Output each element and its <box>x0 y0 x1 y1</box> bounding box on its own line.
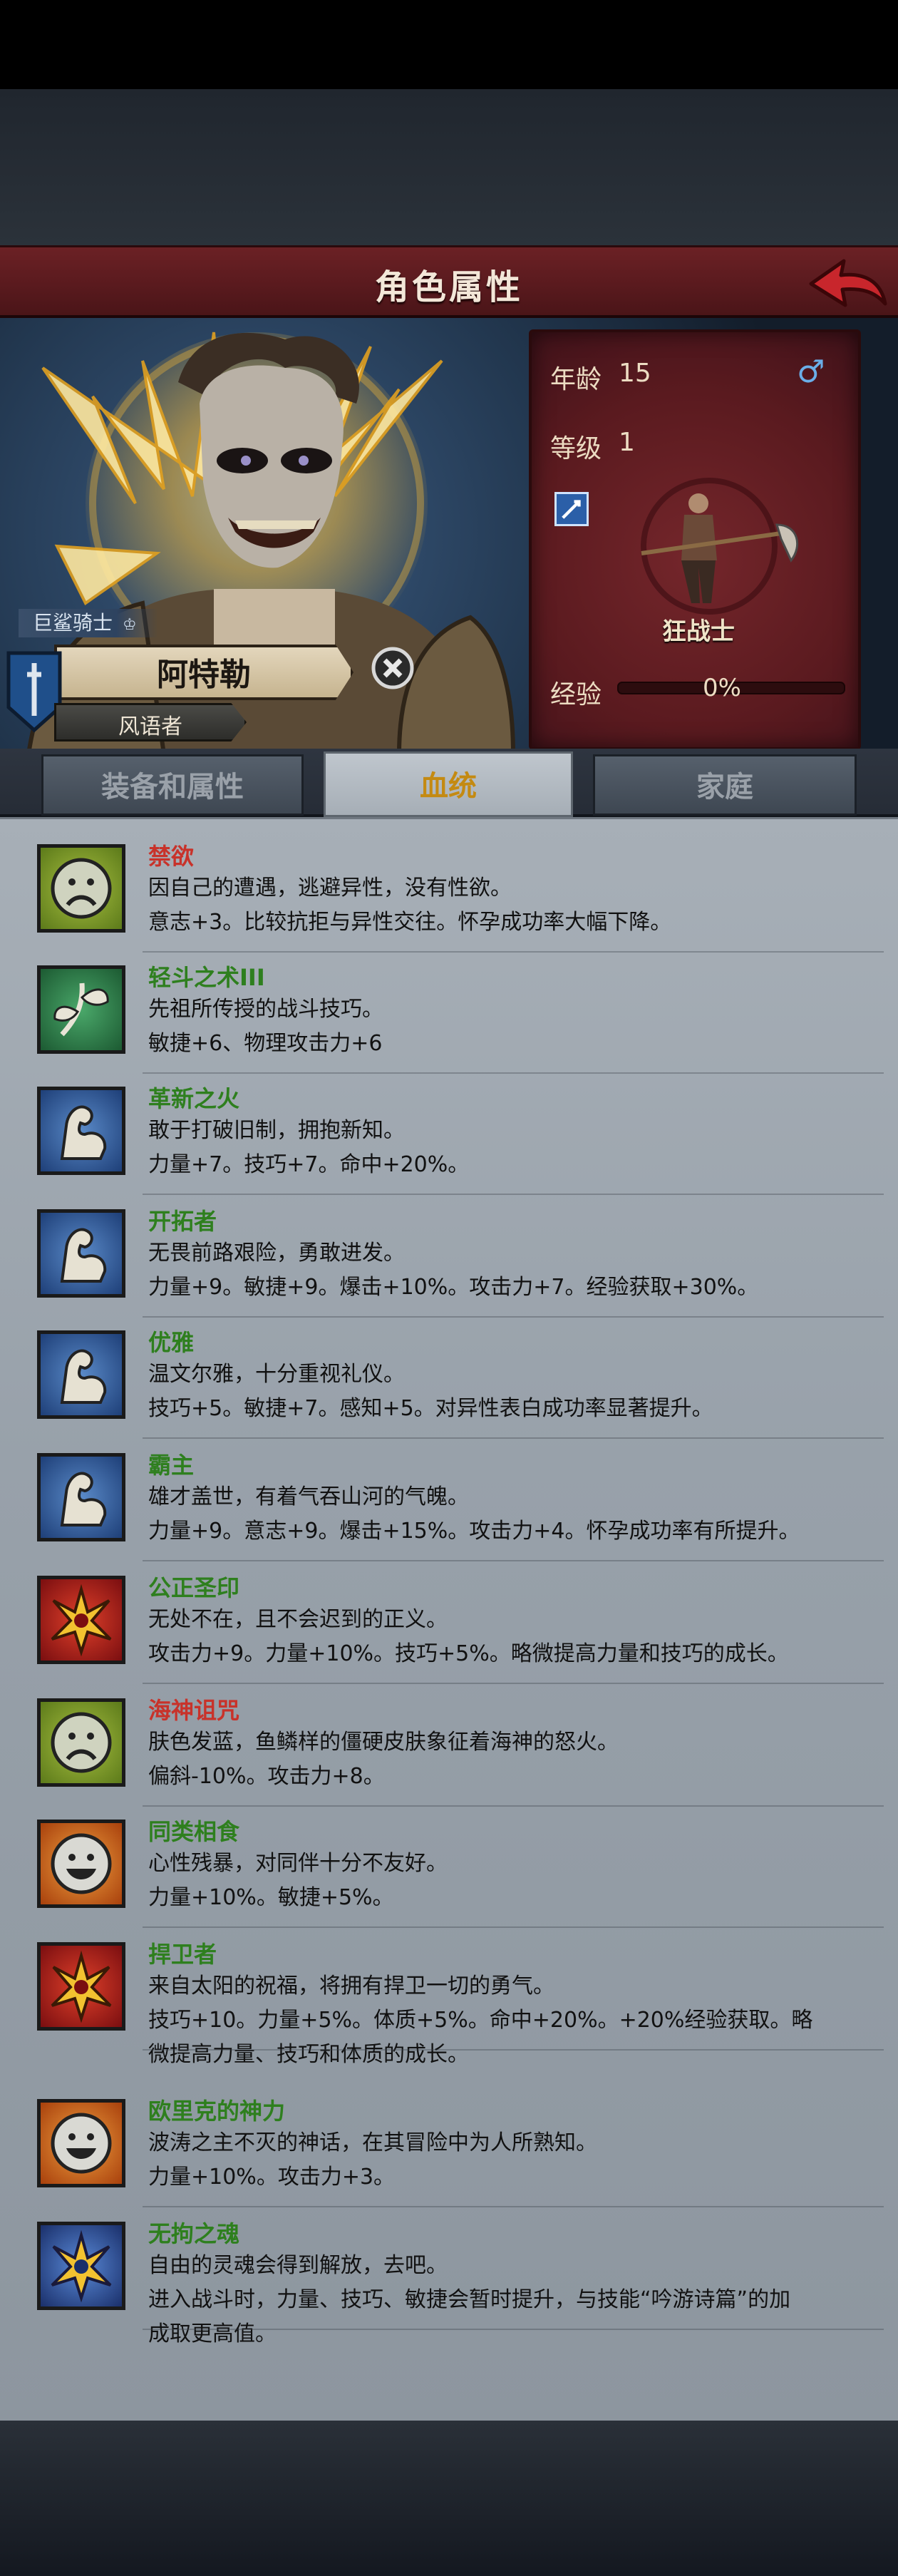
sad-face-icon <box>37 1698 125 1787</box>
blue-sigil-icon <box>37 2222 125 2310</box>
trait-description-line: 技巧+5。敏捷+7。感知+5。对异性表白成功率显著提升。 <box>148 1396 713 1421</box>
trait-name: 捍卫者 <box>148 1941 217 1968</box>
age-value: 15 <box>619 359 651 388</box>
trait-divider <box>143 1316 884 1318</box>
trait-description: 先祖所传授的战斗技巧。 敏捷+6、物理攻击力+6 <box>148 992 861 1061</box>
trait-description-line: 偏斜-10%。攻击力+8。 <box>148 1764 385 1789</box>
trait-description-line: 力量+10%。敏捷+5%。 <box>148 1885 394 1910</box>
trait-description: 雄才盖世，有着气吞山河的气魄。力量+9。意志+9。爆击+15%。攻击力+4。怀孕… <box>148 1480 861 1549</box>
trait-description-line: 进入战斗时，力量、技巧、敏捷会暂时提升，与技能“吟游诗篇”的加 <box>148 2287 791 2312</box>
trait-divider <box>143 1805 884 1807</box>
trait-name: 开拓者 <box>148 1208 217 1235</box>
character-name[interactable]: 阿特勒 <box>54 649 353 694</box>
trait-description-line: 技巧+10。力量+5%。体质+5%。命中+20%。+20%经验获取。略 <box>148 2008 813 2033</box>
trait-name: 公正圣印 <box>148 1574 240 1601</box>
trait-description-line: 雄才盖世，有着气吞山河的气魄。 <box>148 1484 469 1509</box>
tab-equipment-attributes[interactable]: 装备和属性 <box>41 754 304 816</box>
trait-divider <box>143 1072 884 1074</box>
trait-description-line: 波涛之主不灭的神话，在其冒险中为人所熟知。 <box>148 2130 597 2155</box>
trait-description-line: 温文尔雅，十分重视礼仪。 <box>148 1362 405 1387</box>
trait-description-line: 敢于打破旧制，拥抱新知。 <box>148 1118 405 1143</box>
trait-description-line: 力量+9。意志+9。爆击+15%。攻击力+4。怀孕成功率有所提升。 <box>148 1519 800 1544</box>
trait-name: 禁欲 <box>148 843 195 870</box>
trait-description: 温文尔雅，十分重视礼仪。技巧+5。敏捷+7。感知+5。对异性表白成功率显著提升。 <box>148 1358 861 1426</box>
trait-description-line: 无畏前路艰险，勇敢进发。 <box>148 1241 405 1266</box>
flexed-arm-icon <box>37 1087 125 1175</box>
trait-description-line: 成取更高值。 <box>148 2321 277 2346</box>
exp-value: 0% <box>703 674 741 702</box>
leaf-sprout-icon <box>37 965 125 1054</box>
sad-face-icon <box>37 844 125 933</box>
trait-description: 敢于打破旧制，拥抱新知。力量+7。技巧+7。命中+20%。 <box>148 1114 861 1182</box>
trait-name: 轻斗之术III <box>148 964 265 991</box>
trait-description-line: 意志+3。比较抗拒与异性交往。怀孕成功率大幅下降。 <box>148 910 672 935</box>
trait-description-line: 无处不在，且不会迟到的正义。 <box>148 1607 448 1632</box>
trait-description-line: 力量+10%。攻击力+3。 <box>148 2165 396 2190</box>
trait-divider <box>143 1437 884 1439</box>
trait-name: 无拘之魂 <box>148 2220 240 2247</box>
bottom-background <box>0 2421 898 2576</box>
title-bar: 角色属性 <box>0 245 898 318</box>
trait-divider <box>143 951 884 953</box>
trait-description: 来自太阳的祝福，将拥有捍卫一切的勇气。技巧+10。力量+5%。体质+5%。命中+… <box>148 1969 861 2072</box>
trait-description-line: 自由的灵魂会得到解放，去吧。 <box>148 2253 448 2278</box>
trait-name: 同类相食 <box>148 1818 240 1845</box>
trait-description-line: 力量+9。敏捷+9。爆击+10%。攻击力+7。经验获取+30%。 <box>148 1275 759 1300</box>
golden-sigil-icon <box>37 1576 125 1664</box>
class-figure <box>641 478 799 615</box>
trait-description-line: 力量+7。技巧+7。命中+20%。 <box>148 1152 470 1177</box>
trait-name: 革新之火 <box>148 1085 240 1112</box>
tab-bloodline[interactable]: 血统 <box>324 751 573 817</box>
crown-icon: ♔ <box>123 616 137 634</box>
trait-description-line: 因自己的遭遇，逃避异性，没有性欲。 <box>148 876 512 900</box>
trait-divider <box>143 2329 884 2330</box>
page-title: 角色属性 <box>374 267 523 307</box>
trait-description-line: 肤色发蓝，鱼鳞样的僵硬皮肤象征着海神的怒火。 <box>148 1730 619 1755</box>
trait-divider <box>143 1926 884 1928</box>
character-subtitle: 风语者 <box>118 714 182 739</box>
flexed-arm-icon <box>37 1209 125 1298</box>
trait-name: 欧里克的神力 <box>148 2098 286 2125</box>
trait-description: 无处不在，且不会迟到的正义。攻击力+9。力量+10%。技巧+5%。略微提高力量和… <box>148 1603 861 1671</box>
trait-description-line: 微提高力量、技巧和体质的成长。 <box>148 2042 469 2067</box>
trait-name: 霸主 <box>148 1452 195 1479</box>
trait-divider <box>143 1560 884 1561</box>
upper-background <box>0 89 898 246</box>
age-label: 年龄 <box>550 365 602 394</box>
trait-divider <box>143 2049 884 2051</box>
tab-family[interactable]: 家庭 <box>593 754 857 816</box>
trait-description-line: 来自太阳的祝福，将拥有捍卫一切的勇气。 <box>148 1974 554 1998</box>
trait-description: 自由的灵魂会得到解放，去吧。进入战斗时，力量、技巧、敏捷会暂时提升，与技能“吟游… <box>148 2249 861 2351</box>
golden-sigil-icon <box>37 1942 125 2031</box>
trait-divider <box>143 1683 884 1684</box>
trait-description: 因自己的遭遇，逃避异性，没有性欲。意志+3。比较抗拒与异性交往。怀孕成功率大幅下… <box>148 871 861 940</box>
character-title: 巨鲨骑士 <box>19 609 158 637</box>
exp-label: 经验 <box>550 680 602 709</box>
male-gender-icon: ♂ <box>797 354 825 390</box>
smiley-face-icon <box>37 2099 125 2187</box>
trait-description-line: 攻击力+9。力量+10%。技巧+5%。略微提高力量和技巧的成长。 <box>148 1641 789 1666</box>
back-arrow-icon[interactable] <box>804 251 889 314</box>
trait-description: 心性残暴，对同伴十分不友好。 力量+10%。敏捷+5%。 <box>148 1847 861 1915</box>
trait-description: 波涛之主不灭的神话，在其冒险中为人所熟知。 力量+10%。攻击力+3。 <box>148 2126 861 2195</box>
flexed-arm-icon <box>37 1330 125 1419</box>
flexed-arm-icon <box>37 1453 125 1541</box>
level-label: 等级 <box>550 434 602 463</box>
level-value: 1 <box>619 428 635 457</box>
trait-description: 无畏前路艰险，勇敢进发。力量+9。敏捷+9。爆击+10%。攻击力+7。经验获取+… <box>148 1236 861 1305</box>
top-black-bar <box>0 0 898 89</box>
trait-name: 优雅 <box>148 1329 195 1356</box>
trait-description-line: 先祖所传授的战斗技巧。 <box>148 997 383 1022</box>
smiley-face-icon <box>37 1820 125 1908</box>
trait-divider <box>143 2206 884 2207</box>
trait-name: 海神诅咒 <box>148 1697 240 1724</box>
weapon-type-icon[interactable] <box>554 492 589 526</box>
close-circle-icon[interactable] <box>371 646 415 690</box>
trait-description-line: 敏捷+6、物理攻击力+6 <box>148 1031 383 1056</box>
trait-divider <box>143 1194 884 1195</box>
trait-description-line: 心性残暴，对同伴十分不友好。 <box>148 1851 448 1876</box>
class-name: 狂战士 <box>662 617 735 646</box>
trait-description: 肤色发蓝，鱼鳞样的僵硬皮肤象征着海神的怒火。 偏斜-10%。攻击力+8。 <box>148 1725 861 1794</box>
